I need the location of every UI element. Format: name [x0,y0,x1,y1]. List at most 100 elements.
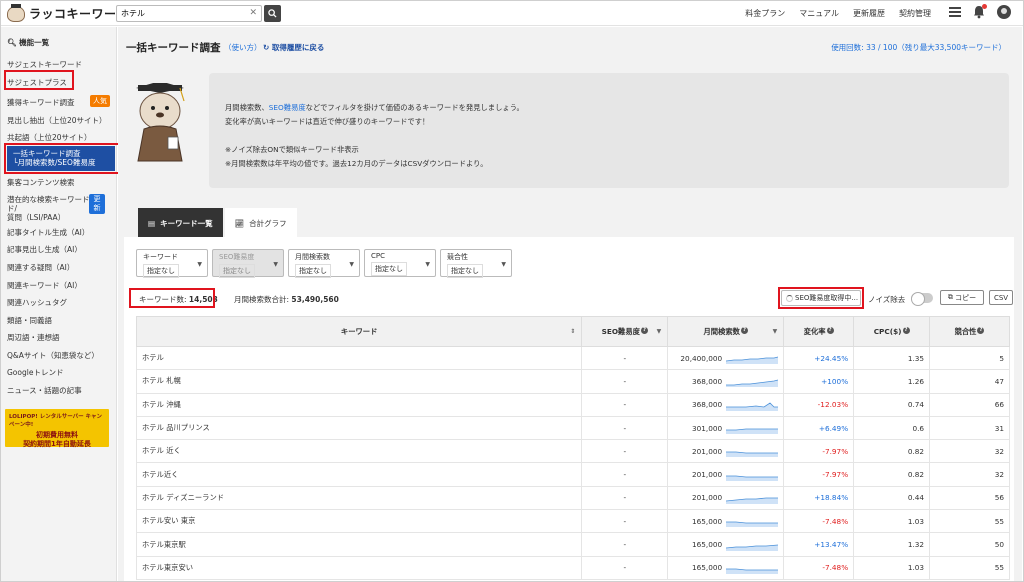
chevron-down-icon: ▼ [425,261,430,268]
logo[interactable]: ラッコキーワード [7,3,130,22]
cell-cpc: 0.44 [853,485,931,511]
filter-competition[interactable]: 競合性 指定なし ▼ [440,249,512,278]
cell-keyword[interactable]: ホテル ディズニーランド [135,485,583,511]
cell-keyword[interactable]: ホテル安い 東京 [135,509,583,534]
highlight-box [129,288,215,308]
table-row[interactable]: ホテル 品川プリンス - 301,000 +6.49% 0.6 31 [135,415,1010,441]
sidebar-item-suggest[interactable]: サジェストキーワード [7,59,82,70]
keyword-table: キーワード ⇕ SEO難易度? ▼ 月間検索数? ▼ 変化率? CPC($)? 競合性… [135,316,1010,580]
logo-text: ラッコキーワード [29,7,130,21]
avatar[interactable] [997,5,1011,19]
filter-keyword[interactable]: キーワード 指定なし ▼ [136,249,208,278]
table-row[interactable]: ホテル近く - 201,000 -7.97% 0.82 32 [135,462,1010,487]
highlight-box [4,143,122,174]
cell-seo-difficulty: - [581,345,669,371]
cell-keyword[interactable]: ホテル 沖縄 [135,392,583,417]
sidebar-item-heading-gen[interactable]: 記事見出し生成（AI） [7,244,82,255]
search-box: ✕ [116,5,262,22]
search-volume-total: 月間検索数合計: 53,490,560 [234,295,339,304]
cell-search-volume: 368,000 [667,369,785,394]
new-badge: 更新 [89,194,105,214]
sparkline-icon [726,402,779,411]
cell-seo-difficulty: - [581,532,669,557]
intro-card: 月間検索数、SEO難易度などでフィルタを掛けて価値のあるキーワードを発見しましょ… [124,73,1014,188]
ad-banner[interactable]: LOLIPOP! レンタルサーバー キャンペーン中! 初期費用無料 契約期間1年… [5,409,109,448]
copy-button[interactable]: ⧉ コピー [940,290,984,305]
sidebar-item-related-questions[interactable]: 関連する疑問（AI） [7,262,74,273]
cell-keyword[interactable]: ホテル [135,345,583,371]
search-volume-value: 201,000 [692,493,723,503]
filter-cpc[interactable]: CPC 指定なし ▼ [364,249,436,277]
sparkline-icon [726,521,779,528]
howto-link[interactable]: （使い方） [224,42,262,53]
app-frame: ラッコキーワード ✕ 料金プラン マニュアル 更新履歴 契約管理 🔍︎ 機 [0,0,1024,582]
col-seo-difficulty[interactable]: SEO難易度? ▼ [581,316,669,347]
sort-icon: ▼ [656,328,662,335]
cell-seo-difficulty: - [581,462,669,487]
top-icons [949,4,1011,19]
intro-text: 月間検索数、SEO難易度などでフィルタを掛けて価値のあるキーワードを発見しましょ… [209,73,1009,188]
noise-filter-toggle[interactable] [911,292,933,306]
cell-search-volume: 165,000 [667,509,785,534]
col-keyword[interactable]: キーワード ⇕ [135,316,583,347]
col-competition[interactable]: 競合性? [929,316,1010,347]
nav-changelog[interactable]: 更新履歴 [853,8,885,19]
bell-icon[interactable] [973,4,987,19]
cell-keyword[interactable]: ホテル東京安い [135,555,583,580]
table-row[interactable]: ホテル 近く - 201,000 -7.97% 0.82 32 [135,439,1010,464]
col-search-volume[interactable]: 月間検索数? ▼ [667,316,785,347]
search-volume-value: 165,000 [692,516,723,526]
table-row[interactable]: ホテル東京駅 - 165,000 +13.47% 1.32 50 [135,532,1010,557]
sidebar-item-hashtags[interactable]: 関連ハッシュタグ [7,297,67,308]
cell-keyword[interactable]: ホテル近く [135,462,583,487]
tab-keyword-list[interactable]: ▤ キーワード一覧 [138,208,223,238]
sidebar-item-title-gen[interactable]: 記事タイトル生成（AI） [7,227,89,238]
col-cpc[interactable]: CPC($)? [853,316,931,347]
table-row[interactable]: ホテル ディズニーランド - 201,000 +18.84% 0.44 56 [135,485,1010,511]
sidebar-item-acquired-keywords[interactable]: 獲得キーワード調査 [7,97,75,108]
nav-contract[interactable]: 契約管理 [899,8,931,19]
table-row[interactable]: ホテル - 20,400,000 +24.45% 1.35 5 [135,345,1010,371]
cell-keyword[interactable]: ホテル東京駅 [135,532,583,557]
col-change-rate[interactable]: 変化率? [783,316,855,347]
seo-difficulty-link[interactable]: SEO難易度 [269,103,306,112]
search-button[interactable] [264,5,281,22]
sidebar-item-cooccurrence[interactable]: 共起語（上位20サイト） [7,132,92,143]
nav-pricing[interactable]: 料金プラン [745,8,785,19]
table-row[interactable]: ホテル 札幌 - 368,000 +100% 1.26 47 [135,369,1010,394]
cell-search-volume: 368,000 [667,392,785,417]
cell-competition: 32 [929,439,1010,464]
cell-keyword[interactable]: ホテル 品川プリンス [135,415,583,441]
csv-button[interactable]: CSV [989,290,1013,305]
sidebar-item-related-keywords[interactable]: 関連キーワード（AI） [7,280,82,291]
cell-keyword[interactable]: ホテル 近く [135,439,583,464]
table-row[interactable]: ホテル東京安い - 165,000 -7.48% 1.03 55 [135,555,1010,580]
sidebar-item-headings[interactable]: 見出し抽出（上位20サイト） [7,115,107,126]
sidebar-item-lsi[interactable]: 潜在的な検索キーワード/ ド/ 質問（LSI/PAA） [7,195,92,222]
sidebar-item-synonyms[interactable]: 類語・同義語 [7,315,52,326]
sidebar-item-qa-sites[interactable]: Q&Aサイト（知恵袋など） [7,350,99,361]
sidebar-item-news[interactable]: ニュース・話題の記事 [7,385,82,396]
table-body: ホテル -20,400,000 +24.45% 1.35 5 ホテル 札幌 -368,000… [135,345,1010,580]
cell-cpc: 1.03 [853,509,931,534]
cell-keyword[interactable]: ホテル 札幌 [135,369,583,394]
table-row[interactable]: ホテル安い 東京 - 165,000 -7.48% 1.03 55 [135,509,1010,534]
list-icon: ▤ [148,218,156,228]
top-nav: 料金プラン マニュアル 更新履歴 契約管理 [745,8,931,19]
filter-search-volume[interactable]: 月間検索数 指定なし ▼ [288,249,360,278]
tab-total-graph[interactable]: 📈︎ 合計グラフ [224,208,297,238]
search-volume-value: 368,000 [692,400,723,410]
nav-manual[interactable]: マニュアル [799,8,839,19]
sidebar-item-associations[interactable]: 周辺語・連想語 [7,332,60,343]
cell-cpc: 1.32 [853,532,931,557]
sidebar-item-google-trends[interactable]: Googleトレンド [7,367,63,378]
table-row[interactable]: ホテル 沖縄 - 368,000 -12.03% 0.74 66 [135,392,1010,417]
sidebar-item-content-search[interactable]: 集客コンテンツ検索 [7,177,75,188]
search-volume-value: 20,400,000 [680,353,723,363]
menu-icon[interactable] [949,7,961,17]
search-volume-value: 165,000 [692,540,723,550]
search-input[interactable] [117,6,247,21]
cell-competition: 66 [929,392,1010,417]
history-link[interactable]: ↻ 取得履歴に戻る [263,42,324,53]
clear-icon[interactable]: ✕ [249,8,257,18]
